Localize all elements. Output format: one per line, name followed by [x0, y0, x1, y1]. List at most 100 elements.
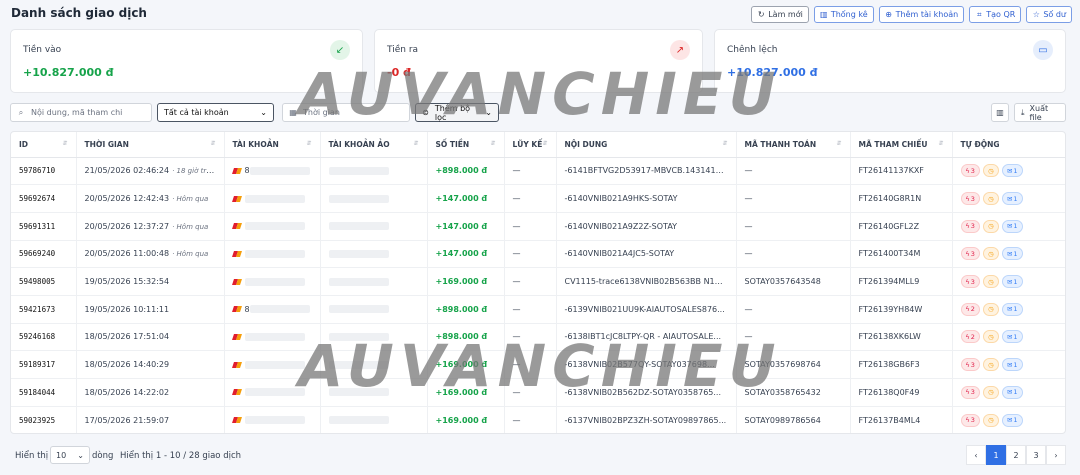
content: -6138IBT1cJC8LTPY-QR - AIAUTOSALE... [556, 323, 737, 352]
clock-icon: ◷ [988, 166, 994, 175]
more-filters-button[interactable]: ⊜ Thêm bộ lọc ⌄ [415, 103, 499, 122]
transaction-id: 59692674 [11, 184, 77, 213]
bolt-action-pill[interactable]: ϟ3 [960, 192, 980, 206]
bolt-action-pill[interactable]: ϟ3 [960, 219, 980, 233]
more-filters-label: Thêm bộ lọc [434, 103, 471, 122]
time-text: 21/05/2026 02:46:24 [84, 166, 170, 176]
table-row[interactable]: 59669240 20/05/2026 11:00:48 · Hôm qua +147… [11, 240, 1065, 269]
bolt-action-pill[interactable]: ϟ3 [960, 275, 980, 289]
comment-action-pill[interactable]: ✉ 1 [1001, 385, 1023, 399]
column-header[interactable]: TỰ ĐỘNG [952, 132, 1065, 158]
search-input[interactable]: ⌕ Nội dung, mã tham chi [10, 103, 152, 122]
clock-action-pill[interactable]: ◷ [982, 192, 999, 206]
cumulative: — [504, 267, 557, 296]
table-row[interactable]: 59246168 18/05/2026 17:51:04 +898.000 đ — -6… [11, 323, 1065, 352]
clock-action-pill[interactable]: ◷ [982, 385, 999, 399]
table-row[interactable]: 59421673 19/05/2026 10:11:11 8 +898.000 đ — -… [11, 295, 1065, 324]
top-action-button[interactable]: ▥ Thống kê [813, 6, 874, 23]
bolt-count: 3 [970, 277, 975, 286]
column-header-label: THỜI GIAN [84, 139, 129, 149]
virtual-account-cell [320, 157, 428, 186]
clock-action-pill[interactable]: ◷ [982, 219, 999, 233]
account-select[interactable]: Tất cả tài khoản ⌄ [157, 103, 274, 122]
cumulative: — [504, 157, 557, 186]
column-header[interactable]: THỜI GIAN ⇵ [76, 132, 225, 158]
comment-action-pill[interactable]: ✉ 1 [1001, 275, 1023, 289]
bolt-action-pill[interactable]: ϟ2 [960, 330, 980, 344]
table-row[interactable]: 59189317 18/05/2026 14:40:29 +169.000 đ — -6… [11, 350, 1065, 379]
comment-action-pill[interactable]: ✉ 1 [1001, 192, 1023, 206]
redacted-account [244, 416, 305, 425]
comment-icon: ✉ [1006, 416, 1013, 425]
redacted-virtual-account [328, 249, 389, 258]
clock-action-pill[interactable]: ◷ [982, 358, 999, 372]
clock-action-pill[interactable]: ◷ [982, 413, 999, 427]
clock-action-pill[interactable]: ◷ [982, 164, 999, 178]
auto-actions-group: ϟ 3 ◷ ✉ 1 [960, 385, 1059, 399]
top-action-button[interactable]: ☆ Số dư [1026, 6, 1072, 23]
bolt-action-pill[interactable]: ϟ3 [960, 247, 980, 261]
column-header[interactable]: MÃ THAM CHIẾU ⇵ [850, 132, 953, 158]
column-header[interactable]: ID ⇵ [11, 132, 77, 158]
clock-action-pill[interactable]: ◷ [982, 302, 999, 316]
prev-page-button[interactable]: ‹ [966, 445, 986, 465]
page-button[interactable]: 3 [1026, 445, 1046, 465]
table-row[interactable]: 59023925 17/05/2026 21:59:07 +169.000 đ — -6… [11, 406, 1065, 433]
clock-action-pill[interactable]: ◷ [982, 275, 999, 289]
comment-action-pill[interactable]: ✉ 1 [1001, 247, 1023, 261]
column-header[interactable]: LŨY KẾ ⇵ [504, 132, 557, 158]
amount: +898.000 đ [427, 323, 505, 352]
table-row[interactable]: 59184044 18/05/2026 14:22:02 +169.000 đ — -6… [11, 378, 1065, 407]
next-page-button[interactable]: › [1046, 445, 1066, 465]
clock-action-pill[interactable]: ◷ [982, 330, 999, 344]
table-row[interactable]: 59691311 20/05/2026 12:37:27 · Hôm qua +147… [11, 212, 1065, 241]
bolt-action-pill[interactable]: ϟ3 [960, 413, 980, 427]
cumulative: — [504, 323, 557, 352]
table-row[interactable]: 59692674 20/05/2026 12:42:43 · Hôm qua +147… [11, 184, 1065, 213]
column-header[interactable]: SỐ TIỀN ⇵ [427, 132, 505, 158]
table-row[interactable]: 59786710 21/05/2026 02:46:24 · 18 giờ trướ… [11, 157, 1065, 186]
page-size-select[interactable]: 10 ⌄ [50, 446, 90, 464]
income-value: +10.827.000 đ [23, 66, 114, 79]
column-header[interactable]: TÀI KHOẢN ⇵ [224, 132, 321, 158]
columns-button[interactable]: ▥ [991, 103, 1009, 122]
top-action-button[interactable]: ⊕ Thêm tài khoản [878, 6, 965, 23]
top-action-label: Thống kê [830, 10, 868, 19]
bolt-action-pill[interactable]: ϟ2 [960, 302, 980, 316]
comment-count: 1 [1013, 416, 1018, 425]
comment-action-pill[interactable]: ✉ 1 [1001, 358, 1023, 372]
comment-action-pill[interactable]: ✉ 1 [1001, 330, 1023, 344]
date-input[interactable]: ▦ Thời gian [282, 103, 410, 122]
page-button[interactable]: 2 [1006, 445, 1026, 465]
comment-action-pill[interactable]: ✉ 1 [1001, 413, 1023, 427]
date-placeholder: Thời gian [303, 108, 340, 117]
account-cell [224, 406, 321, 433]
comment-count: 1 [1013, 194, 1018, 203]
difference-card: Chênh lệch +10.827.000 đ ▭ [714, 29, 1066, 93]
auto-actions-group: ϟ 3 ◷ ✉ 1 [960, 413, 1059, 427]
column-header-label: MÃ THANH TOÁN [744, 139, 817, 149]
payment-code: — [736, 157, 851, 186]
bolt-count: 3 [970, 388, 975, 397]
column-header[interactable]: MÃ THANH TOÁN ⇵ [736, 132, 851, 158]
comment-action-pill[interactable]: ✉ 1 [1001, 302, 1023, 316]
redacted-account [244, 222, 305, 231]
bolt-action-pill[interactable]: ϟ3 [960, 385, 980, 399]
comment-action-pill[interactable]: ✉ 1 [1001, 164, 1023, 178]
bolt-action-pill[interactable]: ϟ3 [960, 358, 980, 372]
clock-icon: ◷ [988, 277, 994, 286]
transaction-time: 20/05/2026 11:00:48 · Hôm qua [76, 240, 225, 269]
top-action-button[interactable]: ↻ Làm mới [751, 6, 809, 23]
comment-action-pill[interactable]: ✉ 1 [1001, 219, 1023, 233]
bank-logo-icon [233, 223, 242, 229]
download-icon: ⤓ [1021, 107, 1025, 117]
bolt-action-pill[interactable]: ϟ3 [960, 164, 980, 178]
top-action-button[interactable]: ⌗ Tạo QR [969, 6, 1022, 23]
time-ago: · Hôm qua [172, 250, 209, 259]
table-row[interactable]: 59498005 19/05/2026 15:32:54 +169.000 đ — CV… [11, 267, 1065, 296]
page-button[interactable]: 1 [986, 445, 1006, 465]
column-header[interactable]: NỘI DUNG ⇵ [556, 132, 737, 158]
export-button[interactable]: ⤓ Xuất file [1014, 103, 1066, 122]
column-header[interactable]: TÀI KHOẢN ẢO ⇵ [320, 132, 428, 158]
clock-action-pill[interactable]: ◷ [982, 247, 999, 261]
